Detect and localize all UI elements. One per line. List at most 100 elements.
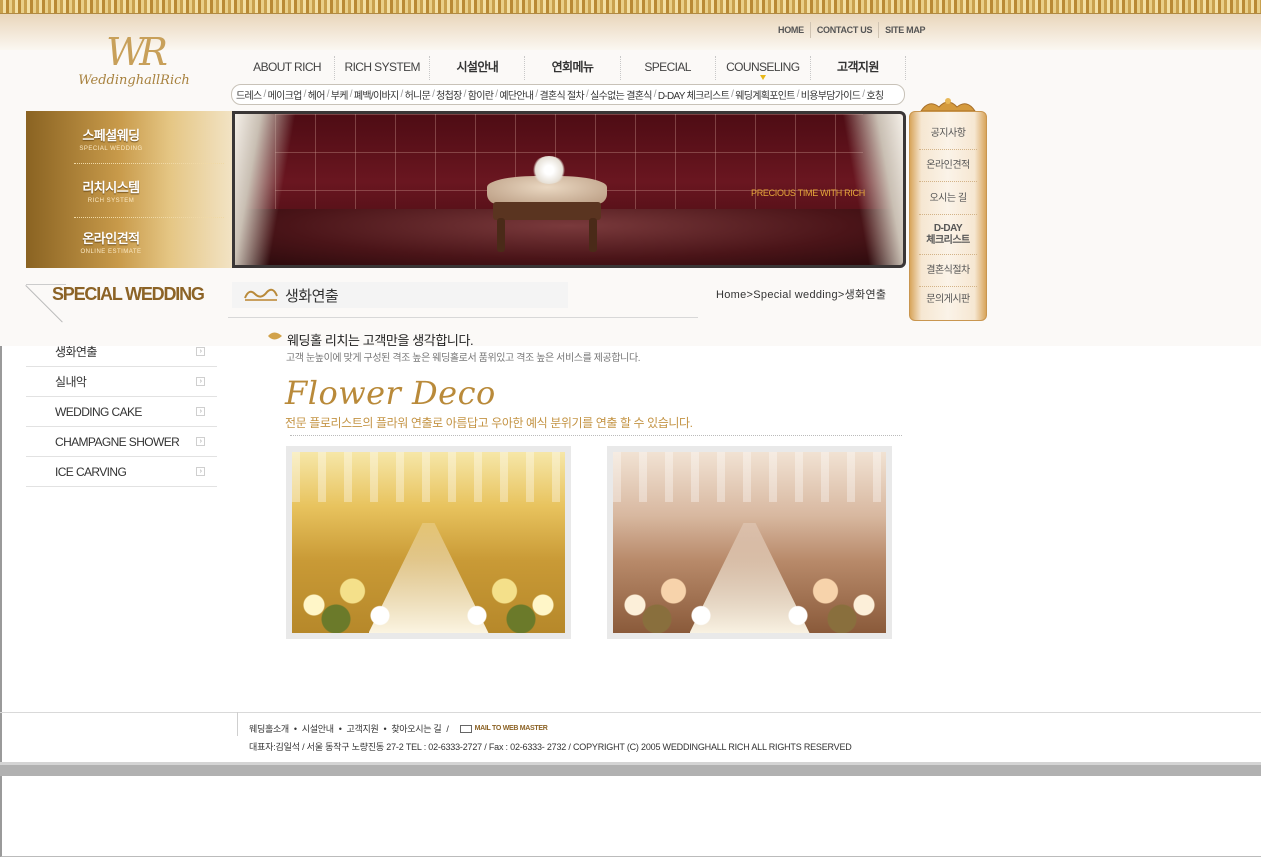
subnav-item[interactable]: 함이란 [468, 87, 494, 102]
sub-headline: 고객 눈높이에 맞게 구성된 격조 높은 웨딩홀로서 품위있고 격조 높은 서비… [286, 353, 641, 364]
section-title: Flower Deco [285, 374, 496, 412]
subnav-item[interactable]: 폐백/이바지 [354, 87, 399, 102]
subnav-item[interactable]: 비용부담가이드 [801, 87, 861, 102]
stool-leg [589, 218, 597, 252]
mail-webmaster-link[interactable]: MAIL TO WEB MASTER [475, 725, 548, 732]
side-section-title: SPECIAL WEDDING [26, 282, 232, 322]
divider [74, 217, 224, 218]
subnav-item[interactable]: 호칭 [866, 87, 884, 102]
banner-sublabel: SPECIAL WEDDING [79, 146, 143, 152]
subnav-item[interactable]: 웨딩계획포인트 [735, 87, 795, 102]
side-menu: 생화연출 › 실내악 › WEDDING CAKE › CHAMPAGNE SHOWE… [26, 337, 217, 487]
logo-mark: WR [106, 30, 168, 74]
breadcrumb: Home>Special wedding>생화연출 [716, 289, 887, 301]
quick-link-ceremony[interactable]: 결혼식절차 [917, 265, 979, 277]
banner-label: 리치시스템 [82, 180, 140, 195]
util-link-home[interactable]: HOME [772, 22, 810, 38]
subnav-item[interactable]: 허니문 [405, 87, 431, 102]
divider [290, 435, 902, 436]
divider [74, 163, 224, 164]
nav-about-rich[interactable]: ABOUT RICH [240, 56, 336, 80]
photo-ceiling [613, 452, 886, 502]
quick-link-dday-line1: D-DAY [933, 223, 963, 234]
footer-divider [0, 712, 1261, 713]
subnav-item[interactable]: 실수없는 결혼식 [590, 87, 652, 102]
footer-vertical-divider [237, 712, 238, 736]
right-quick-menu: 공지사항 온라인견적 오시는 길 D-DAY 체크리스트 결혼식절차 문의게시판 [909, 97, 987, 321]
divider [919, 254, 977, 255]
subnav-item[interactable]: D-DAY 체크리스트 [658, 87, 730, 102]
nav-facilities[interactable]: 시설안내 [430, 56, 526, 80]
quick-link-directions[interactable]: 오시는 길 [917, 193, 979, 205]
quick-link-dday-line2: 체크리스트 [926, 235, 970, 246]
sub-nav: 드레스 / 메이크업 / 헤어 / 부케 / 폐백/이바지 / 허니문 / 청첩장 / 함이란… [231, 84, 905, 105]
section-description: 전문 플로리스트의 플라워 연출로 아름답고 우아한 예식 분위기를 연출 할 … [285, 416, 693, 430]
photo-flowers [455, 563, 565, 633]
footer-company-info: 대표자:김일석 / 서울 동작구 노량진동 27-2 TEL : 02-6333… [249, 742, 852, 752]
footer-links: 웨딩홀소개 • 시설안내 • 고객지원 • 찾아오시는 길 / MAIL TO WEB … [249, 722, 548, 735]
banner-sublabel: ONLINE ESTIMATE [80, 249, 142, 255]
chevron-right-icon: › [196, 407, 205, 416]
side-item-ice-carving[interactable]: ICE CARVING › [26, 457, 217, 487]
subnav-item[interactable]: 메이크업 [268, 87, 303, 102]
nav-counseling[interactable]: COUNSELING [716, 56, 811, 80]
banner-link-rich-system[interactable]: 리치시스템 RICH SYSTEM [26, 177, 196, 204]
side-item-chamber-music[interactable]: 실내악 › [26, 367, 217, 397]
quick-link-notice[interactable]: 공지사항 [917, 128, 979, 140]
nav-special-wedding[interactable]: SPECIAL WEDDING [621, 56, 716, 96]
stool-leg [497, 218, 505, 252]
subnav-item[interactable]: 부케 [331, 87, 349, 102]
content-title-bar [232, 282, 568, 308]
side-item-wedding-cake[interactable]: WEDDING CAKE › [26, 397, 217, 427]
banner-sublabel: RICH SYSTEM [87, 198, 135, 204]
subnav-item[interactable]: 드레스 [236, 87, 262, 102]
chevron-right-icon: › [196, 377, 205, 386]
quick-link-estimate[interactable]: 온라인견적 [917, 160, 979, 172]
main-nav: ABOUT RICH RICH SYSTEM 시설안내 연회메뉴 SPECIAL… [240, 56, 906, 96]
footer-link-about[interactable]: 웨딩홀소개 [249, 722, 289, 735]
flower-photo-2 [607, 446, 892, 639]
subnav-item[interactable]: 예단안내 [499, 87, 534, 102]
side-title-text: SPECIAL WEDDING [52, 284, 205, 304]
nav-banquet-menu[interactable]: 연회메뉴 [525, 56, 621, 80]
util-link-sitemap[interactable]: SITE MAP [878, 22, 931, 38]
photo-flowers [613, 563, 723, 633]
bouquet [531, 156, 567, 184]
banner-link-special-wedding[interactable]: 스페셜웨딩 SPECIAL WEDDING [26, 125, 196, 152]
nav-rich-system[interactable]: RICH SYSTEM [335, 56, 431, 80]
subnav-item[interactable]: 청첩장 [436, 87, 462, 102]
side-item-label: ICE CARVING [55, 464, 127, 479]
footer-link-directions[interactable]: 찾아오시는 길 [391, 722, 441, 735]
nav-customer-support[interactable]: 고객지원 [811, 56, 906, 80]
mail-icon [459, 724, 472, 733]
site-logo[interactable]: WR WeddinghallRich [64, 32, 204, 96]
top-decor-strip [0, 0, 1261, 14]
quick-link-dday[interactable]: D-DAY 체크리스트 [917, 223, 979, 247]
footer-link-facilities[interactable]: 시설안내 [302, 722, 334, 735]
subnav-item[interactable]: 헤어 [308, 87, 326, 102]
hero-image: PRECIOUS TIME WITH RICH [232, 111, 906, 268]
headline: 웨딩홀 리치는 고객만을 생각합니다. [287, 333, 474, 348]
side-item-label: 생화연출 [55, 345, 97, 359]
subnav-item[interactable]: 결혼식 절차 [539, 87, 584, 102]
hero-caption: PRECIOUS TIME WITH RICH [751, 188, 865, 198]
footer-link-support[interactable]: 고객지원 [347, 722, 379, 735]
active-indicator-icon [759, 75, 766, 80]
divider [919, 181, 977, 182]
divider [919, 149, 977, 150]
quick-link-qna[interactable]: 문의게시판 [917, 294, 979, 306]
divider [228, 317, 698, 318]
quick-menu-panel [909, 111, 987, 321]
side-item-champagne-shower[interactable]: CHAMPAGNE SHOWER › [26, 427, 217, 457]
banner-label: 스페셜웨딩 [82, 128, 140, 143]
curtain-left [235, 114, 295, 265]
left-quick-banner: 스페셜웨딩 SPECIAL WEDDING 리치시스템 RICH SYSTEM … [26, 111, 232, 268]
photo-ceiling [292, 452, 565, 502]
photo-image [613, 452, 886, 633]
banner-link-online-estimate[interactable]: 온라인견적 ONLINE ESTIMATE [26, 228, 196, 255]
flower-photo-1 [286, 446, 571, 639]
chevron-right-icon: › [196, 347, 205, 356]
banner-label: 온라인견적 [82, 231, 140, 246]
side-item-flower[interactable]: 생화연출 › [26, 337, 217, 367]
util-link-contact[interactable]: CONTACT US [809, 22, 878, 38]
